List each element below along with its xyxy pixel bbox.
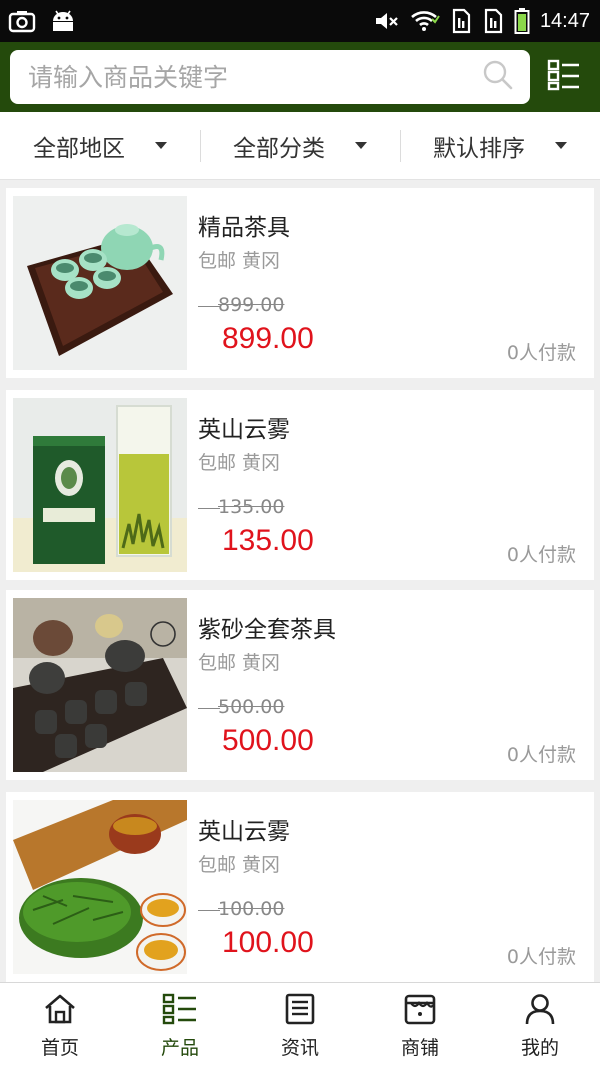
caret-down-icon xyxy=(355,142,367,149)
filter-category[interactable]: 全部分类 xyxy=(200,128,400,164)
status-bar: 14:47 xyxy=(0,0,600,42)
nav-news[interactable]: 资讯 xyxy=(240,983,360,1067)
product-original-price: 500.00 xyxy=(218,696,285,718)
nav-home-label: 首页 xyxy=(40,1037,79,1059)
wifi-icon xyxy=(410,9,440,33)
product-price: 135.00 xyxy=(222,524,314,557)
product-image-tea-tin[interactable] xyxy=(13,398,187,572)
product-title: 英山云雾 xyxy=(198,819,290,845)
nav-products-label: 产品 xyxy=(160,1037,199,1059)
home-icon xyxy=(43,993,77,1029)
product-price: 500.00 xyxy=(222,724,314,757)
android-icon xyxy=(50,9,76,33)
filter-region-label: 全部地区 xyxy=(33,135,125,162)
news-icon xyxy=(284,993,316,1029)
caret-down-icon xyxy=(155,142,167,149)
product-original-price: 100.00 xyxy=(218,898,285,920)
filter-region[interactable]: 全部地区 xyxy=(0,128,200,164)
bottom-nav: 首页 产品 资讯 商铺 我的 xyxy=(0,982,600,1067)
caret-down-icon xyxy=(555,142,567,149)
mute-icon xyxy=(374,9,400,33)
product-card[interactable]: 紫砂全套茶具 包邮 黄冈 500.00 500.00 0人付款 xyxy=(6,590,594,780)
nav-mine[interactable]: 我的 xyxy=(480,983,600,1067)
product-original-price: 135.00 xyxy=(218,496,285,518)
product-title: 英山云雾 xyxy=(198,417,290,443)
nav-shop[interactable]: 商铺 xyxy=(360,983,480,1067)
filter-sort-label: 默认排序 xyxy=(433,135,525,162)
product-card[interactable]: 英山云雾 包邮 黄冈 135.00 135.00 0人付款 xyxy=(6,390,594,580)
product-price: 899.00 xyxy=(222,322,314,355)
strike-dash xyxy=(198,508,220,509)
product-title: 紫砂全套茶具 xyxy=(198,617,336,643)
filter-sort[interactable]: 默认排序 xyxy=(400,128,600,164)
nav-home[interactable]: 首页 xyxy=(0,983,120,1067)
user-icon xyxy=(524,993,556,1029)
product-image-tea-leaves[interactable] xyxy=(13,800,187,974)
status-time: 14:47 xyxy=(539,9,590,32)
strike-dash xyxy=(198,708,220,709)
filter-category-label: 全部分类 xyxy=(233,135,325,162)
product-meta: 包邮 黄冈 xyxy=(198,652,281,674)
product-card[interactable]: 精品茶具 包邮 黄冈 899.00 899.00 0人付款 xyxy=(6,188,594,378)
nav-news-label: 资讯 xyxy=(280,1037,319,1059)
search-input[interactable] xyxy=(28,62,448,92)
product-meta: 包邮 黄冈 xyxy=(198,854,281,876)
product-card[interactable]: 英山云雾 包邮 黄冈 100.00 100.00 0人付款 xyxy=(6,792,594,982)
product-grid-icon xyxy=(162,993,198,1029)
strike-dash xyxy=(198,910,220,911)
sim1-icon xyxy=(450,8,472,34)
nav-mine-label: 我的 xyxy=(520,1037,559,1059)
category-menu-button[interactable] xyxy=(544,59,584,95)
nav-shop-label: 商铺 xyxy=(400,1037,439,1059)
product-meta: 包邮 黄冈 xyxy=(198,452,281,474)
search-icon[interactable] xyxy=(482,59,514,95)
list-menu-icon xyxy=(547,59,581,95)
product-paid-count: 0人付款 xyxy=(506,544,576,566)
product-image-tea-set[interactable] xyxy=(13,196,187,370)
shop-icon xyxy=(403,993,437,1029)
screenshot-icon xyxy=(8,9,36,33)
product-paid-count: 0人付款 xyxy=(506,744,576,766)
product-paid-count: 0人付款 xyxy=(506,342,576,364)
sim2-icon xyxy=(482,8,504,34)
app-header xyxy=(0,42,600,112)
product-image-clay-tea-set[interactable] xyxy=(13,598,187,772)
product-price: 100.00 xyxy=(222,926,314,959)
product-paid-count: 0人付款 xyxy=(506,946,576,968)
product-title: 精品茶具 xyxy=(198,215,290,241)
nav-products[interactable]: 产品 xyxy=(120,983,240,1067)
strike-dash xyxy=(198,306,220,307)
search-box[interactable] xyxy=(10,50,530,104)
product-meta: 包邮 黄冈 xyxy=(198,250,281,272)
filter-bar: 全部地区 全部分类 默认排序 xyxy=(0,112,600,180)
battery-icon xyxy=(514,7,530,35)
product-original-price: 899.00 xyxy=(218,294,285,316)
